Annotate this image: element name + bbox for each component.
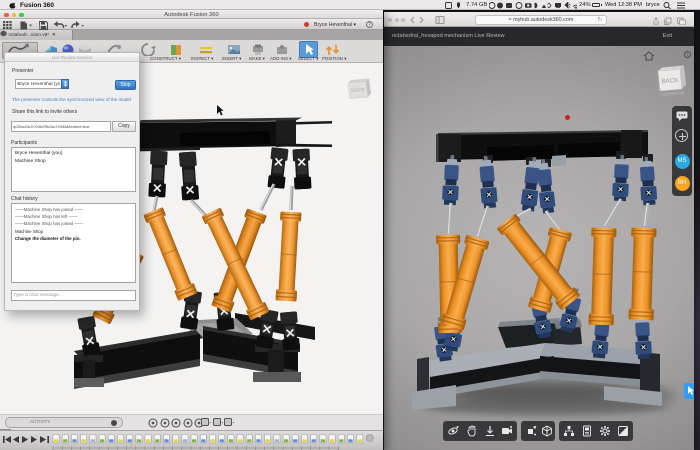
- svg-text:BACK: BACK: [351, 87, 366, 94]
- svg-text:BACK: BACK: [661, 77, 679, 85]
